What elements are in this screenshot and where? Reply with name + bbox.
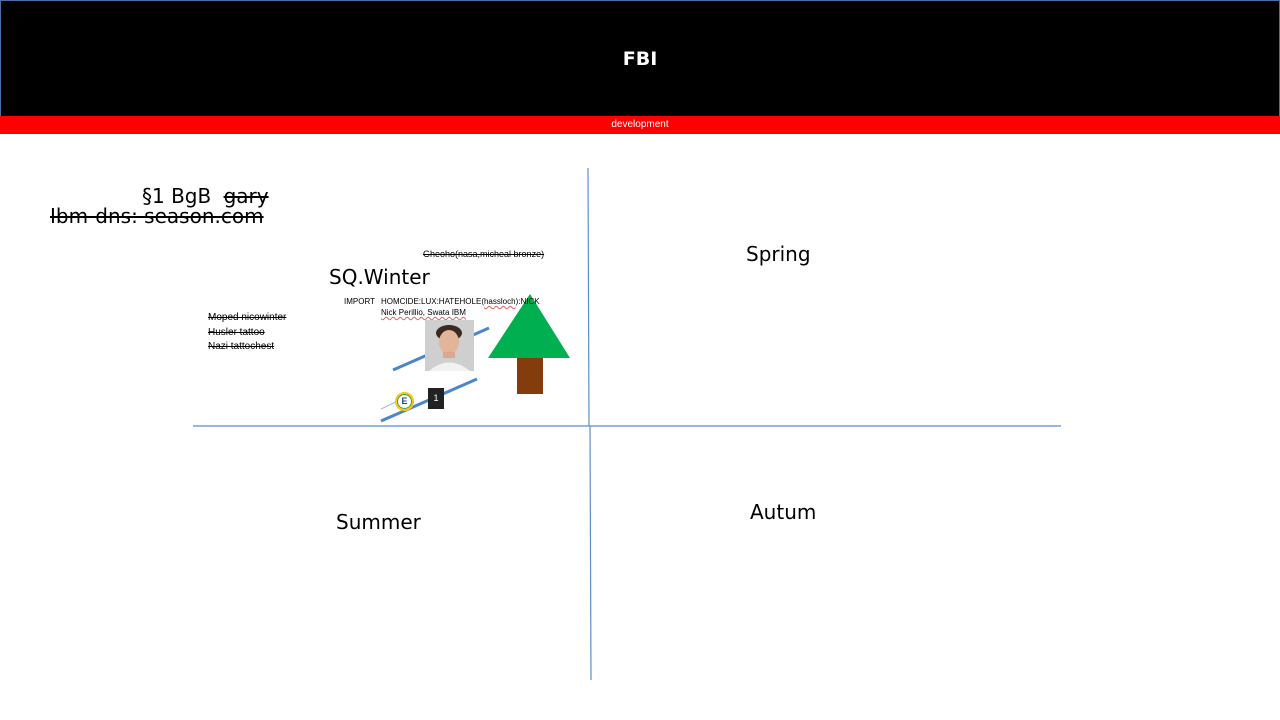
list-item: Nazi tattochest <box>208 341 275 352</box>
development-banner: development <box>0 116 1280 134</box>
winter-quadrant-title: SQ.Winter <box>329 265 430 289</box>
gheoho-note: Gheoho(nasa,micheal bronze) <box>423 249 545 259</box>
header-bar: FBI <box>0 0 1280 116</box>
summer-label: Summer <box>336 510 421 534</box>
list-item: Husler tattoo <box>208 326 265 338</box>
page-title: FBI <box>622 48 658 70</box>
dns-note: Ibm-dns: season.com <box>50 204 264 228</box>
homicide-note: HOMCIDE:LUX:HATEHOLE(hassloch):NICK <box>381 297 540 306</box>
vertical-axis-top <box>587 167 590 427</box>
moped-list: Moped nicowinter Husler tattoo Nazi tatt… <box>208 311 286 355</box>
spring-label: Spring <box>746 242 811 266</box>
import-label: IMPORT <box>344 297 375 306</box>
homicide-suffix: ):NICK <box>515 297 540 306</box>
person-icon <box>425 320 474 371</box>
homicide-hass: hassloch <box>483 297 516 306</box>
e-badge-icon: E <box>395 392 414 411</box>
tree-trunk <box>517 358 543 394</box>
homicide-prefix: HOMCIDE:LUX:HATEHOLE( <box>381 297 484 306</box>
perillio-note: Nick Perillio, Swata IBM <box>381 308 466 317</box>
dark-badge-icon: 1 <box>428 388 444 409</box>
vertical-axis-bottom <box>589 425 592 681</box>
portrait-photo <box>425 320 474 371</box>
list-item: Moped nicowinter <box>208 312 287 323</box>
autum-label: Autum <box>750 500 817 524</box>
